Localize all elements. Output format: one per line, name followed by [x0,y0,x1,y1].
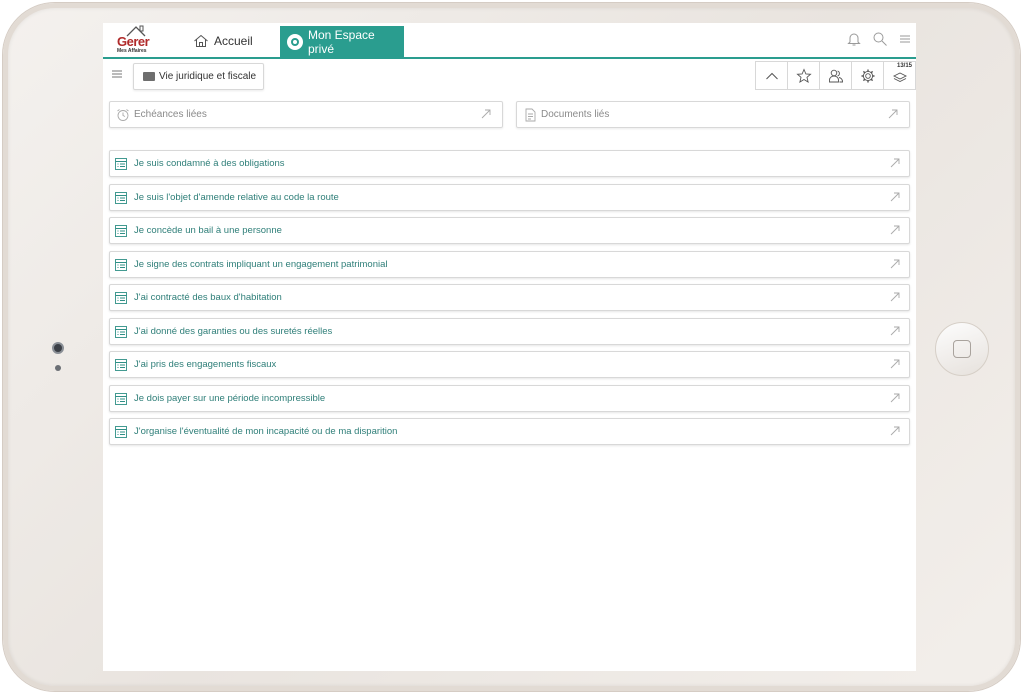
star-icon [795,68,812,83]
list-item-label: J'ai donné des garanties ou des suretés … [134,325,333,337]
top-navigation-bar: Gerer Mes Affaires Accueil Mon Espace pr… [103,23,916,59]
logo[interactable]: Gerer Mes Affaires [115,25,159,57]
form-list-icon [115,258,127,271]
menu-icon [112,70,122,78]
folder-icon [143,72,155,81]
expand-arrow-icon [890,259,900,268]
list-item-label: J'ai pris des engagements fiscaux [134,359,277,370]
stack-icon [892,72,907,83]
list-item[interactable]: J'ai pris des engagements fiscaux [109,351,910,378]
home-square-icon [953,340,971,358]
form-list-icon [115,225,127,237]
nav-private-space-tab[interactable]: Mon Espace privé [280,26,404,57]
list-item-label: J'ai contracté des baux d'habitation [134,292,282,303]
list-item-label: J'organise l'éventualité de mon incapaci… [134,426,398,437]
document-icon [525,108,536,122]
expand-arrow-icon [890,359,900,369]
app-screen: Gerer Mes Affaires Accueil Mon Espace pr… [103,23,916,671]
list-item-label: Je suis condamné à des obligations [134,158,285,169]
list-item[interactable]: Je concède un bail à une personne [109,217,910,244]
list-item[interactable]: Je suis condamné à des obligations [109,150,910,177]
light-sensor [55,365,61,371]
breadcrumb[interactable]: Vie juridique et fiscale [133,63,264,90]
alarm-clock-icon [117,109,129,121]
chevron-up-icon [765,72,778,80]
form-list-icon [115,392,127,405]
collapse-button[interactable] [756,62,788,90]
layers-counter-button[interactable]: 13/15 [884,62,916,90]
list-item-label: Je concède un bail à une personne [134,225,282,236]
linked-deadlines-card[interactable]: Echéances liées [109,101,503,128]
section-toolbar: Vie juridique et fiscale 13/15 [103,61,916,91]
list-item-label: Je dois payer sur une période incompress… [134,392,326,404]
header-icons [846,31,912,47]
list-item[interactable]: Je suis l'objet d'amende relative au cod… [109,183,910,211]
expand-arrow-icon [890,225,900,235]
expand-arrow-icon [888,109,898,119]
share-users-button[interactable] [820,62,852,90]
layers-counter: 13/15 [896,63,912,69]
tool-buttons: 13/15 [755,61,916,90]
list-item[interactable]: J'organise l'éventualité de mon incapaci… [109,418,910,445]
expand-arrow-icon [890,192,900,201]
users-icon [828,69,843,83]
expand-arrow-icon [890,393,900,402]
home-icon [194,34,208,47]
expand-arrow-icon [890,158,900,168]
expand-arrow-icon [890,426,900,436]
nav-home-label: Accueil [214,34,253,48]
linked-documents-card[interactable]: Documents liés [516,101,910,128]
form-list-icon [115,359,127,371]
home-button[interactable] [935,322,989,376]
linked-documents-label: Documents liés [541,109,610,120]
form-list-icon [115,191,127,204]
breadcrumb-label: Vie juridique et fiscale [159,71,257,82]
list-item[interactable]: Je dois payer sur une période incompress… [109,384,910,412]
form-list-icon [115,158,127,170]
search-icon[interactable] [872,31,888,47]
list-item-label: Je signe des contrats impliquant un enga… [134,258,388,270]
list-item[interactable]: J'ai contracté des baux d'habitation [109,284,910,311]
list-item[interactable]: Je signe des contrats impliquant un enga… [109,250,910,278]
camera-lens [52,342,64,354]
bell-icon[interactable] [846,31,862,47]
settings-button[interactable] [852,62,884,90]
expand-arrow-icon [890,326,900,335]
private-space-icon [287,33,303,50]
situation-list: Je suis condamné à des obligations Je sui… [109,150,910,452]
logo-tagline: Mes Affaires [117,48,147,54]
nav-private-label: Mon Espace privé [308,27,375,56]
nav-home-link[interactable]: Accueil [193,30,253,52]
expand-arrow-icon [481,109,491,119]
gear-icon [861,69,874,83]
expand-arrow-icon [890,292,900,302]
hamburger-icon[interactable] [898,31,912,47]
form-list-icon [115,426,127,438]
logo-brand: Gerer [117,34,150,49]
form-list-icon [115,292,127,304]
form-list-icon [115,325,127,338]
list-item-label: Je suis l'objet d'amende relative au cod… [134,191,339,203]
linked-deadlines-label: Echéances liées [134,109,207,120]
side-menu-button[interactable] [106,63,128,85]
favorite-button[interactable] [788,62,820,90]
list-item[interactable]: J'ai donné des garanties ou des suretés … [109,317,910,345]
